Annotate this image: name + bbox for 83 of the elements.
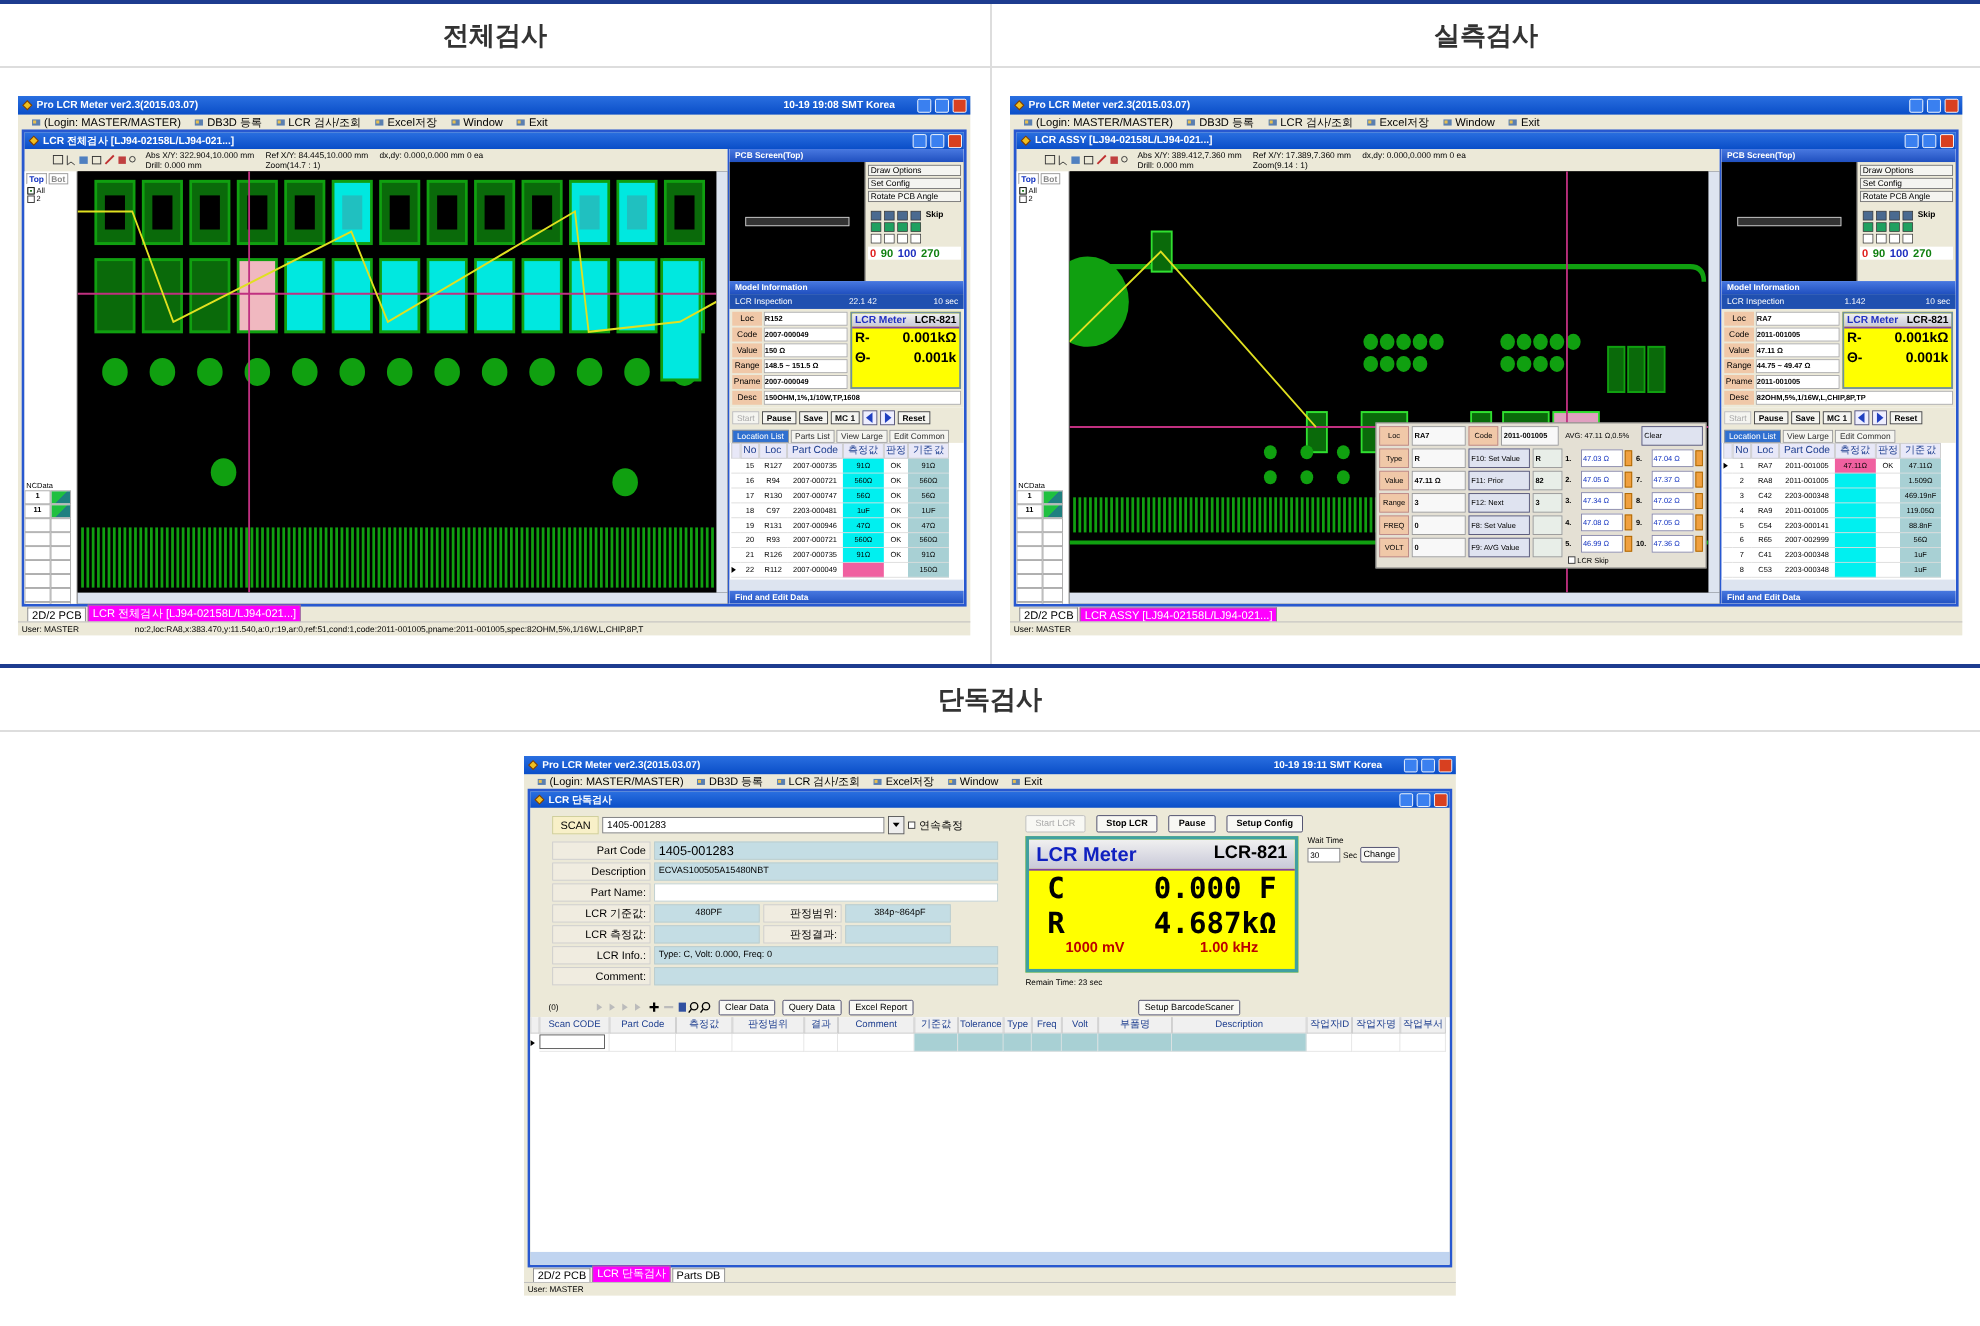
- horizontal-scrollbar[interactable]: [530, 1251, 1450, 1265]
- app-icon: [28, 135, 40, 147]
- menu-icon: [696, 776, 707, 787]
- maximize-button[interactable]: [1926, 98, 1940, 113]
- maximize-button[interactable]: [1416, 792, 1431, 807]
- menu-icon: [536, 776, 547, 787]
- next-icon[interactable]: [1871, 410, 1887, 426]
- header-corner: [530, 1017, 540, 1034]
- menu-icon: [1441, 116, 1452, 128]
- menu-icon: [1506, 116, 1518, 128]
- row-pointer-icon: [1722, 462, 1727, 469]
- close-button[interactable]: [1438, 758, 1453, 772]
- menu-icon: [194, 116, 205, 128]
- section-heading: 단독검사: [938, 681, 1042, 717]
- menu-icon: [775, 776, 786, 787]
- continuous-checkbox[interactable]: [908, 821, 916, 829]
- horizontal-scrollbar[interactable]: [729, 579, 964, 591]
- menu-icon: [1365, 116, 1376, 128]
- menu-icon: [450, 116, 461, 128]
- close-button[interactable]: [1939, 133, 1953, 148]
- minimize-button[interactable]: [1403, 758, 1418, 772]
- menu-icon: [1185, 116, 1196, 128]
- caret-icon: [892, 822, 901, 828]
- layer-checkbox[interactable]: [27, 195, 35, 203]
- close-button[interactable]: [1434, 792, 1448, 807]
- app-icon: [21, 99, 33, 111]
- header-corner: [1722, 442, 1732, 459]
- row-pointer-icon: [731, 566, 736, 574]
- app-icon: [1012, 99, 1024, 111]
- meter-symbol: C: [1047, 870, 1065, 906]
- section-heading: 전체검사: [443, 17, 547, 53]
- maximize-button[interactable]: [1421, 758, 1435, 772]
- previous-icon[interactable]: [862, 410, 878, 426]
- layer-checkbox[interactable]: [1018, 186, 1026, 195]
- app-icon: [527, 759, 539, 771]
- meter-title: LCR Meter: [1036, 842, 1137, 867]
- close-button[interactable]: [948, 133, 962, 148]
- maximize-button[interactable]: [930, 133, 945, 148]
- menu-icon: [31, 116, 42, 128]
- menu-icon: [275, 116, 286, 128]
- minimize-button[interactable]: [912, 133, 927, 148]
- previous-icon[interactable]: [1853, 410, 1869, 426]
- layer-checkbox[interactable]: [1018, 195, 1026, 203]
- maximize-button[interactable]: [935, 98, 949, 113]
- app-icon: [534, 794, 545, 806]
- horizontal-scrollbar[interactable]: [77, 592, 728, 604]
- meter-model: LCR-821: [1213, 842, 1288, 867]
- meter-symbol: R: [1047, 905, 1065, 940]
- close-button[interactable]: [952, 98, 967, 113]
- vertical-scrollbar[interactable]: [716, 171, 728, 593]
- menu-icon: [1266, 116, 1277, 128]
- menu-icon: [515, 116, 527, 128]
- section-heading: 실측검사: [1434, 17, 1538, 53]
- input-field[interactable]: [539, 1034, 606, 1049]
- menu-icon: [872, 776, 883, 787]
- app-icon: [1019, 135, 1031, 147]
- meter-reading: 0.000 F: [1151, 870, 1277, 906]
- minimize-button[interactable]: [1399, 792, 1414, 807]
- horizontal-scrollbar[interactable]: [1068, 592, 1719, 604]
- row-pointer-icon: [530, 1039, 535, 1046]
- layer-checkbox[interactable]: [27, 186, 35, 195]
- input-field[interactable]: [1531, 537, 1562, 557]
- view-tools-drawing: [1859, 209, 1915, 245]
- minimize-button[interactable]: [917, 98, 932, 113]
- menu-icon: [946, 776, 957, 787]
- field-value: [845, 925, 951, 944]
- vertical-scrollbar[interactable]: [1707, 171, 1719, 593]
- menu-icon: [374, 116, 385, 128]
- horizontal-scrollbar[interactable]: [1720, 579, 1955, 591]
- field-value: [654, 925, 760, 944]
- close-button[interactable]: [1943, 98, 1958, 113]
- input-field[interactable]: [1531, 515, 1562, 535]
- minimize-button[interactable]: [1908, 98, 1923, 113]
- grid-navigator-icons-drawing: [593, 1000, 712, 1014]
- skip-checkbox[interactable]: [1567, 556, 1575, 564]
- view-tools-drawing: [868, 209, 924, 245]
- minimize-button[interactable]: [1903, 133, 1918, 148]
- menu-icon: [1022, 116, 1033, 128]
- next-icon[interactable]: [880, 410, 896, 426]
- maximize-button[interactable]: [1921, 133, 1936, 148]
- meter-reading: 4.687kΩ: [1151, 905, 1277, 940]
- menu-icon: [1011, 776, 1022, 787]
- dropdown-button[interactable]: [888, 816, 905, 835]
